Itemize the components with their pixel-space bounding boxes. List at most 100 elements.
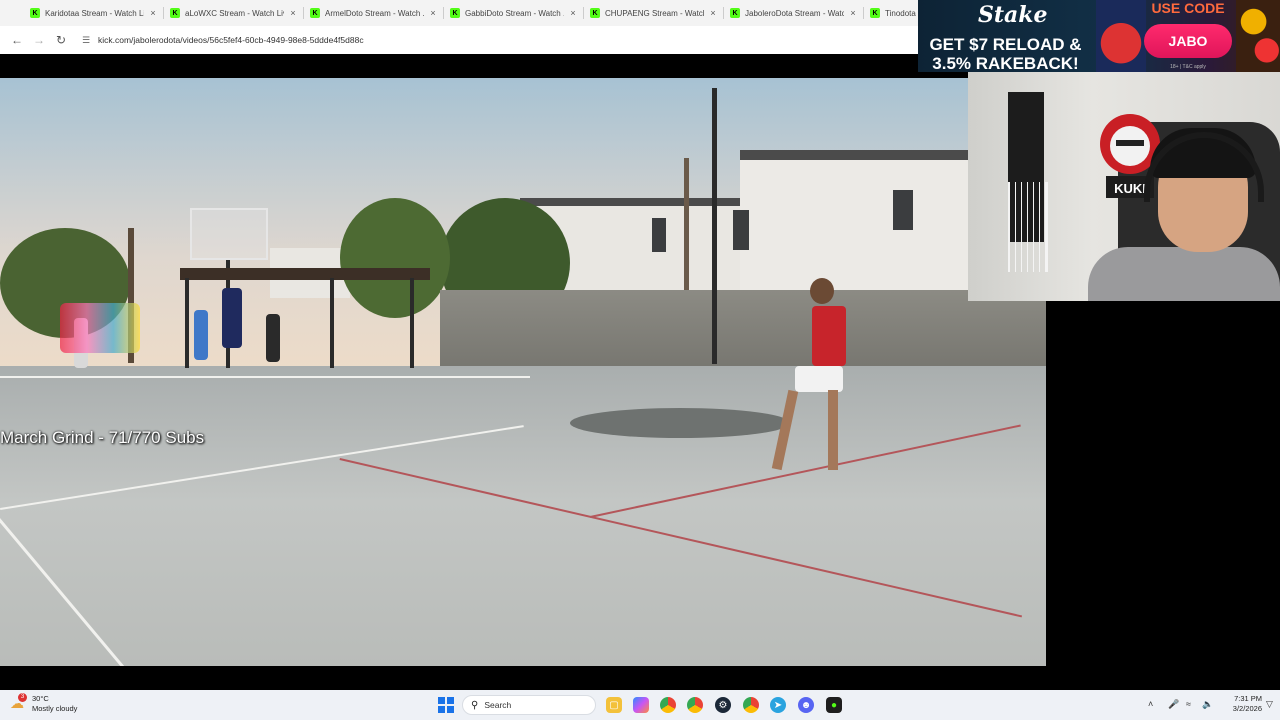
microphone-icon[interactable]: 🎤: [1168, 699, 1179, 710]
video-lamp-post: [712, 88, 717, 364]
file-explorer-icon[interactable]: ▢: [606, 697, 622, 713]
browser-toolbar: ← → ↻ ☰ kick.com/jabolerodota/videos/56c…: [0, 26, 918, 54]
stake-ad-banner[interactable]: Stake GET $7 RELOAD & 3.5% RAKEBACK! USE…: [918, 0, 1280, 72]
notification-bell-icon[interactable]: ▽: [1266, 699, 1273, 710]
system-clock[interactable]: 7:31 PM 3/2/2026: [1216, 694, 1262, 714]
ad-headline-line: 3.5% RAKEBACK!: [932, 54, 1079, 72]
webcam-streamer-shirt: [1088, 247, 1280, 301]
ad-basketball-player-art: [1096, 0, 1146, 72]
browser-tab[interactable]: K ArmelDoto Stream - Watch ... ×: [304, 0, 444, 26]
site-info-icon[interactable]: ☰: [82, 35, 94, 46]
volume-icon[interactable]: 🔈: [1202, 699, 1213, 710]
webcam-baby-gate: [1008, 182, 1048, 272]
reload-icon[interactable]: ↻: [50, 29, 72, 51]
notification-badge: 3: [18, 693, 27, 702]
forward-arrow-icon[interactable]: →: [28, 29, 50, 51]
tab-close-icon[interactable]: ×: [428, 8, 438, 18]
video-playground: [60, 303, 140, 353]
video-window: [733, 210, 749, 250]
kick-favicon-icon: K: [30, 8, 40, 18]
video-pavilion-post: [330, 278, 334, 368]
video-player-leg: [828, 390, 838, 470]
video-basketball-court: [0, 366, 1046, 666]
tab-close-icon[interactable]: ×: [708, 8, 718, 18]
ad-headline-line: GET $7 RELOAD &: [929, 35, 1082, 54]
chrome-app-icon[interactable]: [743, 697, 759, 713]
streamer-webcam: KUKI: [968, 72, 1280, 301]
chrome-icon[interactable]: [660, 697, 676, 713]
video-pavilion-roof: [180, 268, 430, 280]
tab-close-icon[interactable]: ×: [148, 8, 158, 18]
kick-favicon-icon: K: [870, 8, 880, 18]
video-building-roof: [520, 198, 770, 206]
copilot-icon[interactable]: [633, 697, 649, 713]
video-tree: [340, 198, 450, 318]
partly-cloudy-icon: ☁ 3: [10, 693, 28, 713]
address-bar[interactable]: ☰ kick.com/jabolerodota/videos/56c5fef4-…: [76, 29, 918, 51]
kick-favicon-icon: K: [730, 8, 740, 18]
tab-title: GabbiDoto Stream - Watch ...: [465, 8, 564, 18]
tab-title: JaboleroDota Stream - Watc...: [745, 8, 844, 18]
tab-title: aLoWXC Stream - Watch Live: [185, 8, 284, 18]
video-pavilion-post: [185, 278, 189, 368]
search-placeholder: Search: [484, 700, 512, 710]
browser-tab-strip: K Karidotaa Stream - Watch Li... × KaLoWXC…: [0, 0, 918, 26]
back-arrow-icon[interactable]: ←: [6, 29, 28, 51]
video-window: [652, 218, 666, 252]
video-court-line: [0, 376, 530, 378]
stream-overlay-subgoal: March Grind - 71/770 Subs: [0, 428, 205, 447]
browser-tab[interactable]: K Tinodota: [864, 0, 918, 26]
clock-time: 7:31 PM: [1234, 694, 1262, 703]
video-player-figure-red-jersey: [812, 306, 846, 366]
kick-favicon-icon: K: [590, 8, 600, 18]
browser-tab[interactable]: K GabbiDoto Stream - Watch ... ×: [444, 0, 584, 26]
stake-logo: Stake: [978, 2, 1048, 28]
video-window: [893, 190, 913, 230]
tab-close-icon[interactable]: ×: [848, 8, 858, 18]
taskbar-search-input[interactable]: ⚲ Search: [462, 695, 596, 715]
tab-title: CHUPAENG Stream - Watch ...: [605, 8, 704, 18]
video-building-roof: [740, 150, 970, 160]
video-player-shorts: [795, 366, 843, 392]
weather-condition: Mostly cloudy: [32, 704, 78, 713]
steam-icon[interactable]: ⚙: [715, 697, 731, 713]
browser-tab[interactable]: K CHUPAENG Stream - Watch ... ×: [584, 0, 724, 26]
ad-promo-code-button[interactable]: JABO: [1144, 24, 1232, 58]
obs-app-icon[interactable]: ●: [826, 697, 842, 713]
windows-taskbar: ☁ 3 30°C Mostly cloudy ⚲ Search ▢ ⚙ ➤ ☻ ●…: [0, 690, 1280, 720]
telegram-icon[interactable]: ➤: [770, 697, 786, 713]
weather-temperature: 30°C: [32, 694, 49, 703]
kick-favicon-icon: K: [170, 8, 180, 18]
video-player[interactable]: March Grind - 71/770 Subs: [0, 78, 1046, 666]
browser-tab[interactable]: K Karidotaa Stream - Watch Li... ×: [24, 0, 164, 26]
ad-headline: GET $7 RELOAD & 3.5% RAKEBACK!: [918, 35, 1093, 72]
ad-casino-chips-art: [1236, 0, 1280, 72]
screen: K Karidotaa Stream - Watch Li... × KaLoWXC…: [0, 0, 1280, 720]
kick-favicon-icon: K: [450, 8, 460, 18]
ad-use-code-label: USE CODE: [1151, 0, 1225, 16]
windows-start-icon[interactable]: [438, 697, 454, 713]
ad-fine-print: 18+ | T&C apply: [1170, 64, 1206, 70]
mascot-text: KUKI: [1114, 181, 1146, 196]
video-building: [740, 156, 970, 306]
tab-title: ArmelDoto Stream - Watch ...: [325, 8, 424, 18]
video-player-figure: [266, 314, 280, 362]
video-backboard: [190, 208, 268, 260]
tab-title: Karidotaa Stream - Watch Li...: [45, 8, 144, 18]
browser-tab[interactable]: KaLoWXC Stream - Watch Live ×: [164, 0, 304, 26]
tray-overflow-chevron-icon[interactable]: ˄: [1148, 699, 1153, 709]
video-player-figure: [222, 288, 242, 348]
video-pavilion-post: [410, 278, 414, 368]
network-icon[interactable]: ≈: [1186, 699, 1191, 709]
video-court-logo: [570, 408, 790, 438]
url-text: kick.com/jabolerodota/videos/56c5fef4-60…: [98, 35, 364, 45]
browser-tab-active[interactable]: K JaboleroDota Stream - Watc... ×: [724, 0, 864, 26]
kick-favicon-icon: K: [310, 8, 320, 18]
tab-close-icon[interactable]: ×: [288, 8, 298, 18]
tab-title: Tinodota: [885, 8, 916, 18]
tab-close-icon[interactable]: ×: [568, 8, 578, 18]
chrome-profile-icon[interactable]: [687, 697, 703, 713]
video-player-head: [810, 278, 834, 304]
discord-icon[interactable]: ☻: [798, 697, 814, 713]
weather-widget[interactable]: ☁ 3 30°C Mostly cloudy: [10, 693, 78, 714]
